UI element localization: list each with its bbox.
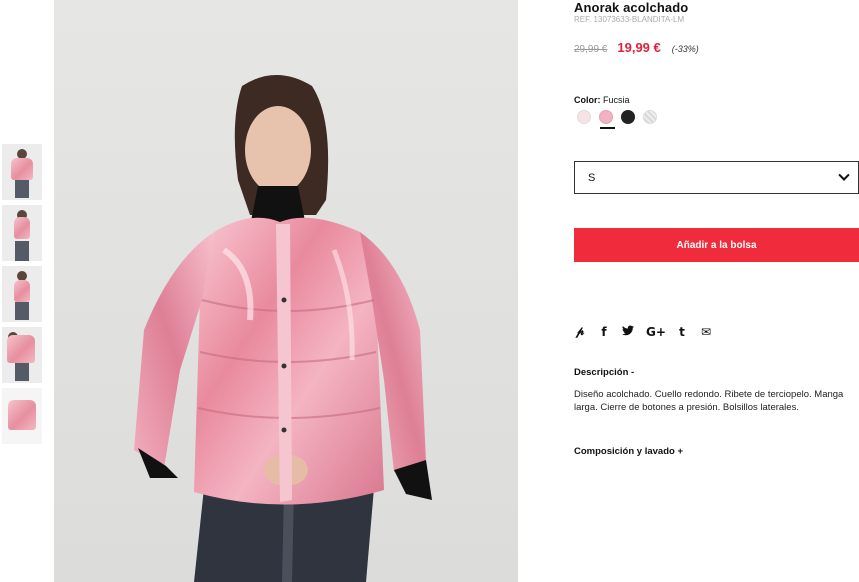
color-swatch-silver[interactable] (643, 110, 657, 124)
price-row: 29,99 € 19,99 € (-33%) (574, 40, 699, 55)
thumbnail-2[interactable] (2, 205, 42, 261)
twitter-icon[interactable] (622, 324, 634, 339)
pinterest-icon[interactable]: 𝓅 (574, 324, 586, 339)
thumbnail-list (2, 144, 42, 449)
description-toggle[interactable]: Descripción - (574, 367, 634, 378)
description-text: Diseño acolchado. Cuello redondo. Ribete… (574, 389, 844, 413)
color-swatch-light-pink[interactable] (577, 110, 591, 124)
product-ref: REF. 13073633-BLANDITA-LM (574, 15, 685, 24)
discount-badge: (-33%) (671, 44, 699, 54)
google-plus-icon[interactable]: G+ (646, 325, 666, 339)
color-swatch-fucsia[interactable] (599, 110, 613, 124)
thumbnail-1[interactable] (2, 144, 42, 200)
facebook-icon[interactable]: f (598, 325, 610, 339)
color-label: Color: Fucsia (574, 95, 630, 105)
thumbnail-5[interactable] (2, 388, 42, 444)
email-icon[interactable]: ✉ (700, 325, 712, 339)
composition-toggle[interactable]: Composición y lavado + (574, 446, 683, 457)
color-label-title: Color: (574, 95, 601, 105)
add-to-bag-button[interactable]: Añadir a la bolsa (574, 228, 859, 262)
share-icons: 𝓅 f G+ t ✉ (574, 324, 724, 339)
tumblr-icon[interactable]: t (676, 325, 688, 339)
selected-swatch-indicator (600, 127, 615, 129)
product-title: Anorak acolchado (574, 0, 689, 15)
color-swatches (577, 110, 665, 124)
product-image (54, 0, 518, 582)
size-selected-value: S (588, 171, 596, 184)
color-swatch-black[interactable] (621, 110, 635, 124)
sale-price: 19,99 € (617, 40, 661, 55)
size-select[interactable]: S (574, 161, 859, 194)
chevron-down-icon (838, 169, 850, 181)
thumbnail-3[interactable] (2, 266, 42, 322)
thumbnail-4[interactable] (2, 327, 42, 383)
old-price: 29,99 € (574, 44, 608, 55)
color-selected-name: Fucsia (603, 95, 630, 105)
